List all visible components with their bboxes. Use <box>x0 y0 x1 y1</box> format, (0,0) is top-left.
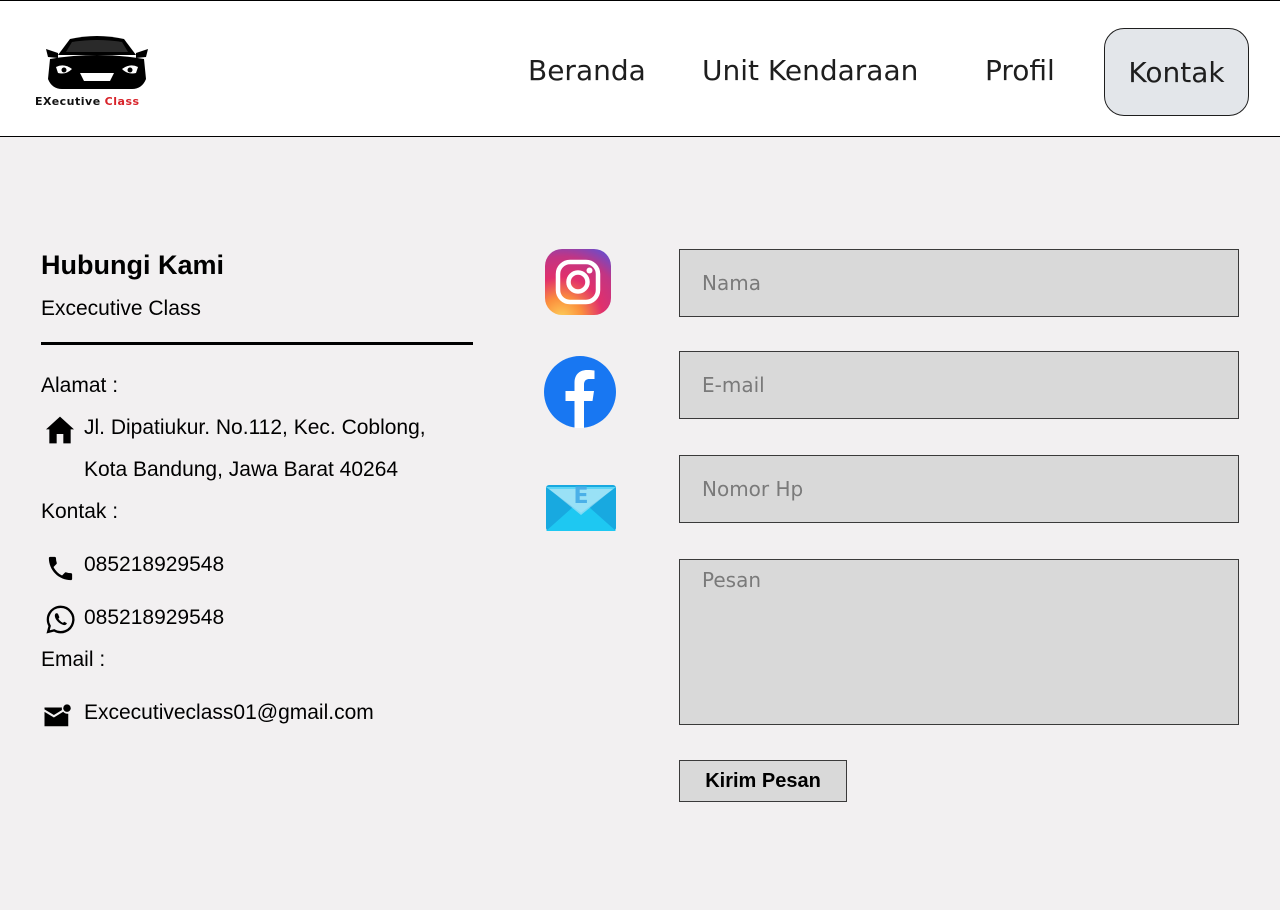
phone-number: 085218929548 <box>84 553 225 576</box>
nav-profil[interactable]: Profil <box>985 54 1055 87</box>
address-line-2: Kota Bandung, Jawa Barat 40264 <box>84 458 399 481</box>
mail-icon <box>44 704 71 727</box>
contact-label: Kontak : <box>41 500 119 523</box>
logo-word-class: Class <box>104 95 140 108</box>
instagram-icon[interactable] <box>545 249 611 315</box>
email-input[interactable] <box>679 351 1239 419</box>
phone-icon <box>48 556 73 581</box>
send-message-button[interactable]: Kirim Pesan <box>679 760 847 802</box>
nav-unit-kendaraan[interactable]: Unit Kendaraan <box>702 54 918 87</box>
nav-kontak-active[interactable]: Kontak <box>1104 28 1249 116</box>
nav-beranda[interactable]: Beranda <box>528 54 646 87</box>
contact-title: Hubungi Kami <box>41 250 224 280</box>
brand-logo[interactable]: EXecutive Class <box>34 31 164 111</box>
section-divider <box>41 342 473 345</box>
svg-text:E: E <box>573 484 588 509</box>
logo-word-executive: EXecutive <box>35 95 101 108</box>
email-address: Excecutiveclass01@gmail.com <box>84 701 374 724</box>
address-label: Alamat : <box>41 374 119 397</box>
logo-wordmark: EXecutive Class <box>35 95 140 108</box>
message-textarea[interactable] <box>679 559 1239 725</box>
site-header: EXecutive Class Beranda Unit Kendaraan Pr… <box>0 0 1280 137</box>
contact-subtitle: Excecutive Class <box>41 297 201 320</box>
facebook-icon[interactable] <box>544 356 616 428</box>
address-line-1: Jl. Dipatiukur. No.112, Kec. Coblong, <box>84 416 426 439</box>
phone-input[interactable] <box>679 455 1239 523</box>
name-input[interactable] <box>679 249 1239 317</box>
home-icon <box>46 416 74 444</box>
email-label: Email : <box>41 648 106 671</box>
whatsapp-number: 085218929548 <box>84 606 225 629</box>
car-front-icon <box>46 36 148 89</box>
whatsapp-icon <box>46 605 75 634</box>
email-app-icon[interactable]: E <box>545 481 617 533</box>
